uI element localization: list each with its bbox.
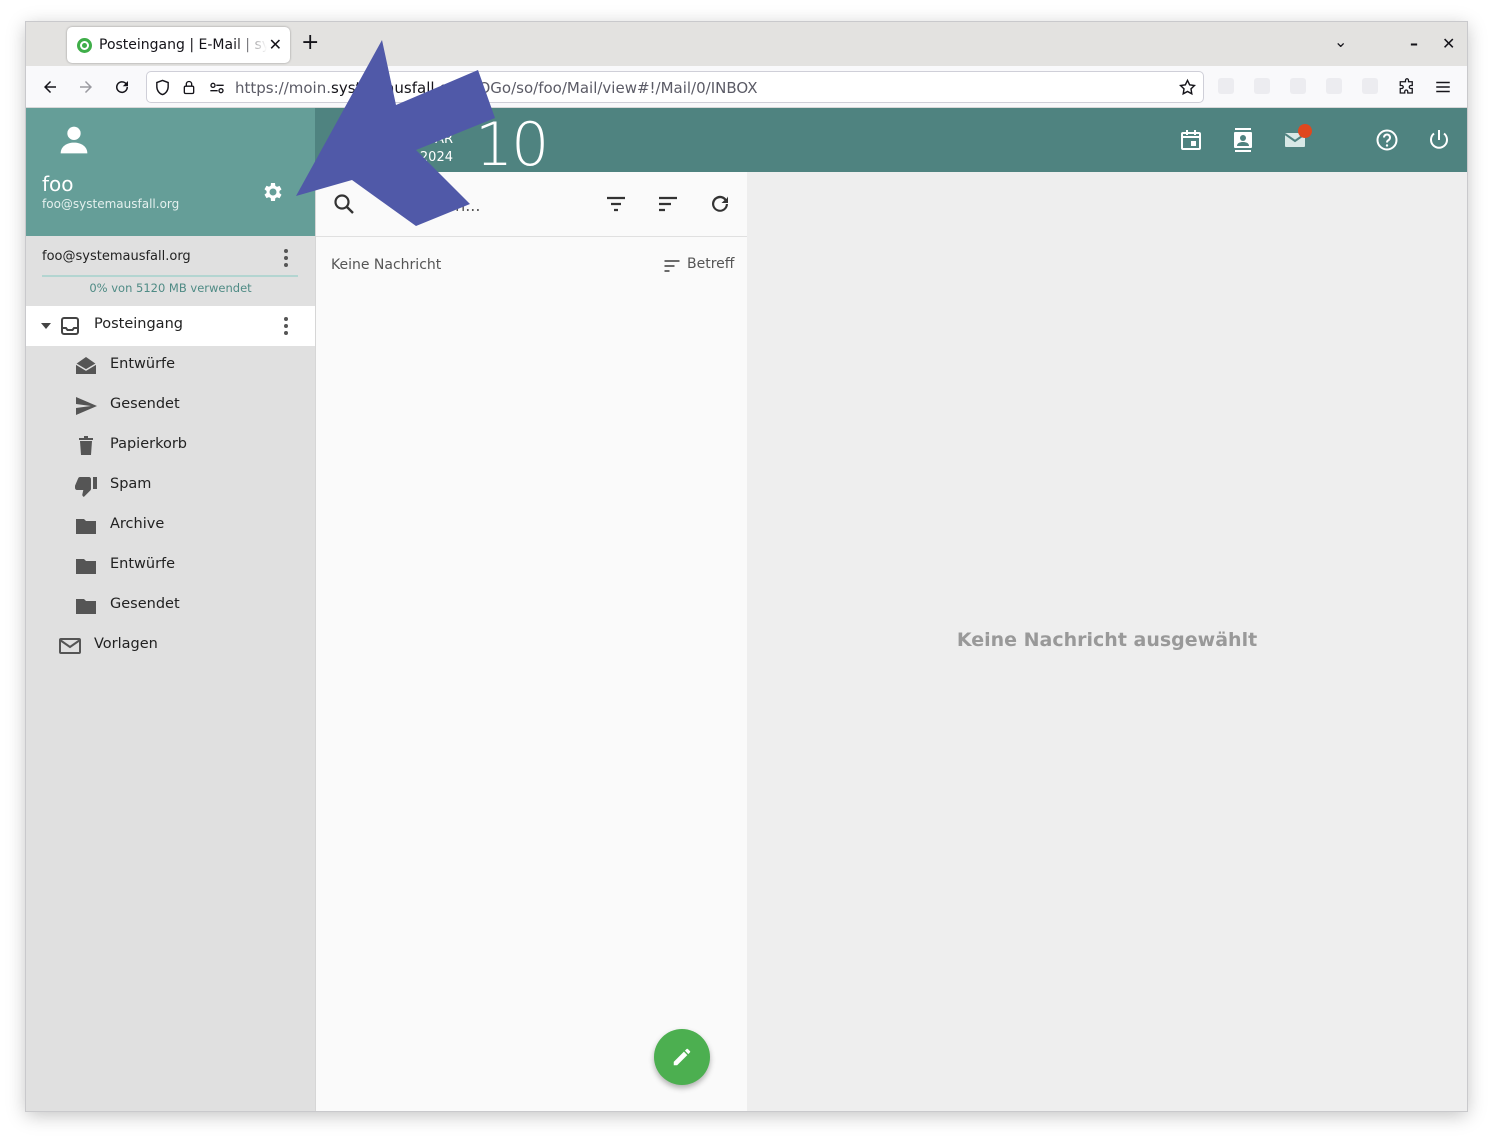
folder-label: Archive bbox=[110, 516, 165, 532]
app-header: JANUAR 2024 10 bbox=[315, 108, 1467, 180]
folder-templates[interactable]: Vorlagen bbox=[26, 626, 315, 666]
forward-arrow-icon bbox=[80, 81, 92, 93]
folder-sent-2[interactable]: Gesendet bbox=[26, 586, 315, 626]
sort-order-icon[interactable] bbox=[662, 256, 682, 276]
tab-list-chevron-icon[interactable]: ⌄ bbox=[1334, 32, 1347, 51]
navigation-bar: https://moin.systemausfall.org/SOGo/so/f… bbox=[26, 66, 1467, 108]
filter-icon[interactable] bbox=[604, 192, 628, 216]
date-month: JANUAR bbox=[403, 132, 453, 147]
back-button[interactable] bbox=[37, 75, 63, 99]
folder-inbox[interactable]: Posteingang bbox=[26, 306, 315, 346]
help-icon[interactable] bbox=[1375, 128, 1399, 152]
date-year: 2024 bbox=[419, 150, 453, 165]
divider bbox=[316, 236, 748, 237]
browser-tab[interactable]: Posteingang | E-Mail | systemausfall ✕ bbox=[67, 27, 290, 63]
calendar-icon[interactable] bbox=[1179, 128, 1203, 152]
url-text: https://moin.systemausfall.org/SOGo/so/f… bbox=[235, 79, 758, 97]
folder-menu-icon[interactable] bbox=[276, 316, 296, 336]
hamburger-menu-icon[interactable] bbox=[1434, 78, 1452, 96]
pencil-icon bbox=[673, 1048, 691, 1066]
settings-gear-icon[interactable] bbox=[260, 180, 284, 204]
favicon-icon bbox=[77, 37, 92, 53]
folder-drafts[interactable]: Entwürfe bbox=[26, 346, 315, 386]
drafts-icon bbox=[75, 357, 97, 374]
extension-icon[interactable] bbox=[1254, 78, 1270, 94]
search-label[interactable]: Suchen... bbox=[406, 196, 480, 215]
sort-icon[interactable] bbox=[656, 192, 680, 216]
folder-spam[interactable]: Spam bbox=[26, 466, 315, 506]
folder-label: Papierkorb bbox=[110, 436, 188, 452]
user-panel: foo foo@systemausfall.org bbox=[26, 108, 315, 236]
permissions-icon bbox=[210, 82, 224, 94]
folder-label: Vorlagen bbox=[94, 636, 158, 652]
user-name: foo bbox=[42, 172, 74, 196]
message-list: Suchen... Keine Nachricht Betreff bbox=[315, 172, 748, 1111]
thumb-down-icon bbox=[75, 477, 97, 497]
tab-close-icon[interactable]: ✕ bbox=[269, 35, 282, 54]
account-menu-icon[interactable] bbox=[276, 248, 296, 268]
tab-strip: Posteingang | E-Mail | systemausfall ✕ +… bbox=[26, 22, 1467, 66]
extension-icon[interactable] bbox=[1290, 78, 1306, 94]
lock-icon bbox=[183, 80, 195, 95]
folder-label: Gesendet bbox=[110, 396, 180, 412]
avatar-icon bbox=[60, 126, 88, 154]
quota-text: 0% von 5120 MB verwendet bbox=[89, 281, 252, 295]
send-icon bbox=[76, 397, 97, 415]
reload-button[interactable] bbox=[109, 75, 135, 99]
folder-archive[interactable]: Archive bbox=[26, 506, 315, 546]
shield-icon bbox=[156, 79, 169, 96]
contacts-icon[interactable] bbox=[1231, 128, 1255, 152]
close-window-button[interactable]: ✕ bbox=[1442, 34, 1455, 53]
list-toolbar: Suchen... bbox=[316, 172, 748, 236]
empty-list-text: Keine Nachricht bbox=[331, 257, 442, 273]
folder-trash[interactable]: Papierkorb bbox=[26, 426, 315, 466]
search-icon[interactable] bbox=[332, 192, 356, 216]
sidebar: foo foo@systemausfall.org foo@systemausf… bbox=[26, 108, 315, 1111]
folder-icon bbox=[76, 599, 96, 614]
extension-icon[interactable] bbox=[1362, 78, 1378, 94]
url-bar[interactable]: https://moin.systemausfall.org/SOGo/so/f… bbox=[146, 71, 1204, 103]
notification-badge bbox=[1298, 124, 1312, 138]
user-email: foo@systemausfall.org bbox=[42, 197, 180, 211]
folder-label: Entwürfe bbox=[110, 356, 176, 372]
account-email: foo@systemausfall.org bbox=[42, 249, 191, 264]
collapse-caret-icon[interactable] bbox=[41, 323, 51, 329]
extension-icon[interactable] bbox=[1326, 78, 1342, 94]
tab-title: Posteingang | E-Mail | systemausfall bbox=[99, 37, 267, 53]
trash-icon bbox=[79, 436, 93, 455]
new-tab-button[interactable]: + bbox=[301, 32, 319, 54]
folder-label: Posteingang bbox=[94, 316, 183, 332]
reload-icon bbox=[116, 81, 129, 94]
folder-drafts-2[interactable]: Entwürfe bbox=[26, 546, 315, 586]
logout-power-icon[interactable] bbox=[1427, 128, 1451, 152]
sogo-mail-app: foo foo@systemausfall.org foo@systemausf… bbox=[26, 108, 1467, 1111]
mail-icon bbox=[59, 638, 81, 654]
account-row[interactable]: foo@systemausfall.org 0% von 5120 MB ver… bbox=[26, 236, 315, 304]
inbox-icon bbox=[61, 317, 79, 335]
folder-sent[interactable]: Gesendet bbox=[26, 386, 315, 426]
bookmark-star-icon[interactable] bbox=[1178, 78, 1197, 97]
folder-icon bbox=[76, 559, 96, 574]
compose-button[interactable] bbox=[654, 1029, 710, 1085]
no-selection-text: Keine Nachricht ausgewählt bbox=[956, 629, 1258, 651]
sort-label[interactable]: Betreff bbox=[687, 256, 734, 272]
back-arrow-icon bbox=[44, 81, 56, 93]
puzzle-icon[interactable] bbox=[1398, 78, 1416, 96]
folder-label: Spam bbox=[110, 476, 152, 492]
folder-label: Gesendet bbox=[110, 596, 180, 612]
message-viewer: Keine Nachricht ausgewählt bbox=[747, 172, 1467, 1111]
forward-button[interactable] bbox=[73, 75, 99, 99]
date-day: 10 bbox=[475, 110, 549, 180]
download-icon[interactable] bbox=[1218, 78, 1234, 94]
folder-icon bbox=[76, 519, 96, 534]
browser-window: Posteingang | E-Mail | systemausfall ✕ +… bbox=[26, 22, 1467, 1111]
quota-progress-bar bbox=[42, 275, 298, 277]
folder-label: Entwürfe bbox=[110, 556, 176, 572]
refresh-icon[interactable] bbox=[708, 192, 732, 216]
minimize-button[interactable]: – bbox=[1410, 34, 1418, 53]
